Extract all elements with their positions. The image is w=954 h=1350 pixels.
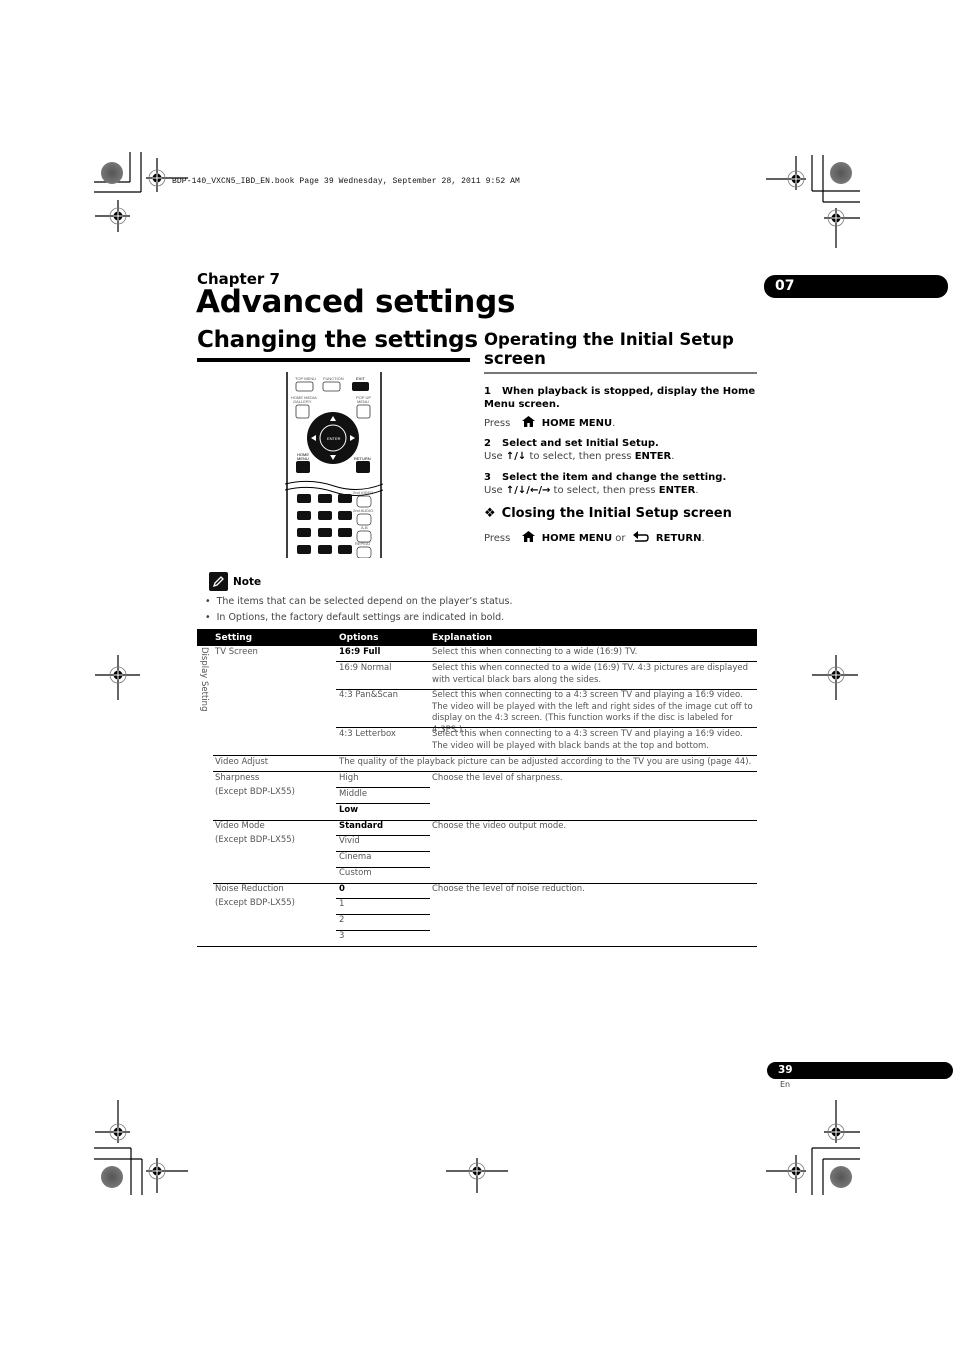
svg-text:ENTER: ENTER: [327, 436, 341, 441]
option-4-3-letterbox: 4:3 Letterbox: [339, 729, 396, 739]
step-1-instruction: Press HOME MENU.: [484, 416, 616, 431]
explanation-16-9-full: Select this when connecting to a wide (1…: [432, 647, 638, 657]
svg-text:EXIT: EXIT: [356, 376, 365, 381]
svg-text:FUNCTION: FUNCTION: [323, 376, 344, 381]
setting-video-mode-note: (Except BDP-LX55): [215, 835, 295, 845]
svg-text:GALLERY: GALLERY: [293, 399, 312, 404]
arrow-keys-icon: ↑/↓: [505, 451, 527, 462]
setting-sharpness: Sharpness: [215, 773, 260, 783]
setting-video-mode: Video Mode: [215, 821, 265, 831]
step-1-heading: 1 When playback is stopped, display the H…: [484, 386, 756, 410]
note-heading: Note: [209, 572, 261, 591]
svg-text:A-B: A-B: [361, 525, 368, 530]
subsection-rule: [484, 372, 757, 374]
section-rule: [197, 358, 470, 362]
remote-control-illustration: TOP MENU FUNCTION EXIT HOME MEDIAGALLERY P…: [285, 372, 383, 558]
option-low: Low: [339, 805, 359, 815]
setting-tv-screen: TV Screen: [215, 647, 258, 657]
option-0: 0: [339, 884, 345, 894]
svg-text:RETURN: RETURN: [354, 456, 371, 461]
option-cinema: Cinema: [339, 852, 372, 862]
note-list: The items that can be selected depend on…: [205, 596, 513, 628]
explanation-video-mode: Choose the video output mode.: [432, 821, 567, 831]
option-16-9-normal: 16:9 Normal: [339, 663, 392, 673]
explanation-16-9-normal: Select this when connected to a wide (16…: [432, 663, 748, 685]
option-standard: Standard: [339, 821, 384, 831]
option-2: 2: [339, 915, 345, 925]
explanation-sharpness: Choose the level of sharpness.: [432, 773, 563, 783]
option-16-9-full: 16:9 Full: [339, 647, 381, 657]
diamond-bullet-icon: ❖: [484, 506, 496, 521]
arrow-keys-icon: ↑/↓/←/→: [505, 485, 551, 496]
step-3-instruction: Use ↑/↓/←/→ to select, then press ENTER.: [484, 485, 699, 496]
option-3: 3: [339, 931, 345, 941]
step-3-heading: 3 Select the item and change the setting.: [484, 472, 727, 483]
explanation-4-3-letterbox: Select this when connecting to a 4:3 scr…: [432, 729, 743, 751]
setting-noise-reduction-note: (Except BDP-LX55): [215, 898, 295, 908]
page-title: Advanced settings: [196, 284, 516, 320]
setting-video-adjust: Video Adjust: [215, 757, 269, 767]
step-2-heading: 2 Select and set Initial Setup.: [484, 438, 659, 449]
option-vivid: Vivid: [339, 836, 360, 846]
return-icon: [632, 531, 649, 546]
svg-text:TOP MENU: TOP MENU: [295, 376, 316, 381]
option-high: High: [339, 773, 359, 783]
section-title: Changing the settings: [197, 327, 478, 353]
svg-text:MENU: MENU: [357, 399, 369, 404]
language-code: En: [780, 1080, 791, 1089]
setting-noise-reduction: Noise Reduction: [215, 884, 284, 894]
option-custom: Custom: [339, 868, 372, 878]
step-2-instruction: Use ↑/↓ to select, then press ENTER.: [484, 451, 675, 462]
svg-text:MENU: MENU: [297, 456, 309, 461]
svg-text:2nd AUDIO: 2nd AUDIO: [353, 508, 373, 513]
pencil-icon: [209, 572, 228, 591]
setting-sharpness-note: (Except BDP-LX55): [215, 787, 295, 797]
print-header: BDP-140_VXCN5_IBD_EN.book Page 39 Wednes…: [172, 177, 520, 186]
note-item: In Options, the factory default settings…: [205, 612, 513, 623]
page-number: 39: [767, 1062, 953, 1079]
option-middle: Middle: [339, 789, 368, 799]
option-4-3-pan-scan: 4:3 Pan&Scan: [339, 690, 399, 700]
table-body: TV Screen 16:9 Full Select this when con…: [197, 629, 757, 949]
explanation-noise-reduction: Choose the level of noise reduction.: [432, 884, 585, 894]
closing-instruction: Press HOME MENU or RETURN.: [484, 531, 705, 546]
home-icon: [521, 416, 535, 431]
option-1: 1: [339, 899, 345, 909]
note-item: The items that can be selected depend on…: [205, 596, 513, 607]
chapter-tab: 07: [764, 275, 948, 298]
home-icon: [521, 531, 535, 546]
closing-heading: ❖ Closing the Initial Setup screen: [484, 506, 732, 521]
subsection-title: Operating the Initial Setup screen: [484, 330, 734, 368]
explanation-video-adjust: The quality of the playback picture can …: [339, 757, 752, 767]
